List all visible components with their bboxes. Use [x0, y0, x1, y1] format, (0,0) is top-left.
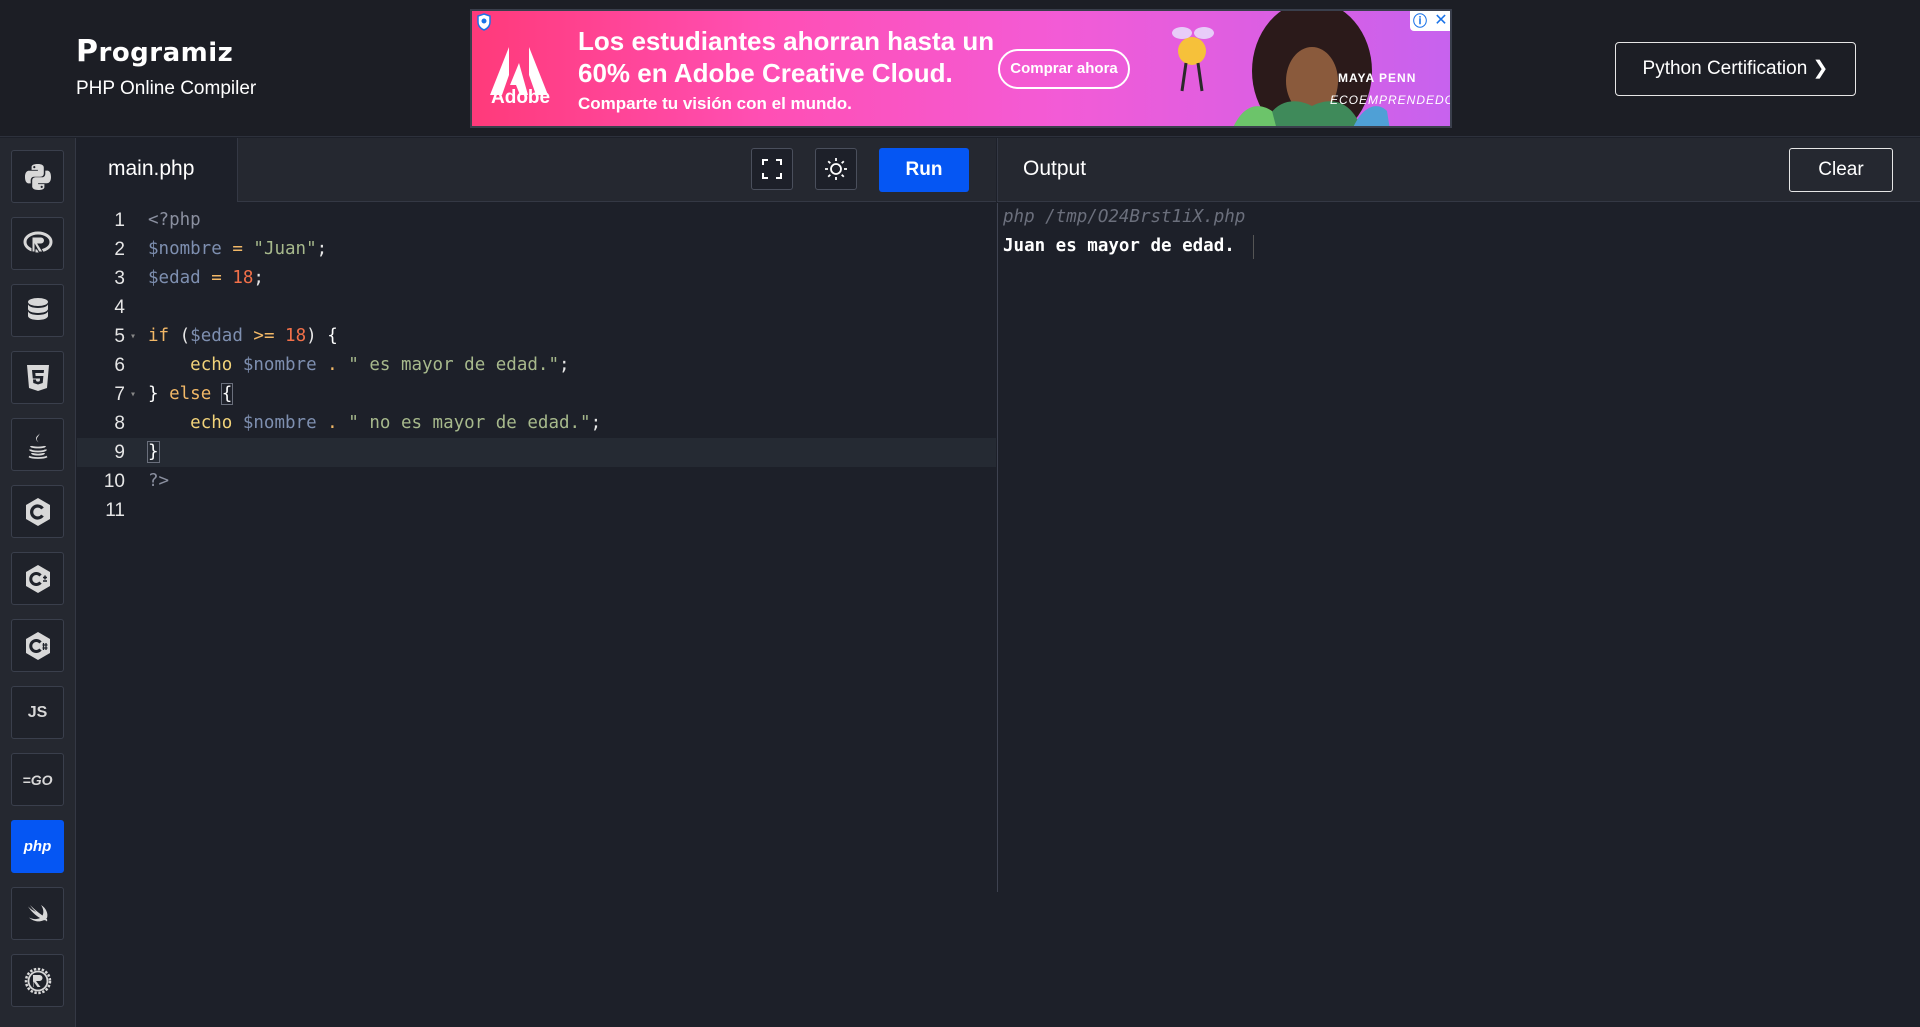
code-line: 3 $edad = 18; [114, 268, 264, 289]
advertisement-banner[interactable]: Adobe Los estudiantes ahorran hasta un 6… [470, 9, 1452, 128]
run-button[interactable]: Run [879, 148, 969, 192]
c-icon[interactable] [11, 485, 64, 538]
r-icon[interactable] [11, 217, 64, 270]
python-certification-button[interactable]: Python Certification ❯ [1615, 42, 1856, 96]
output-command: php /tmp/O24Brst1iX.php [1003, 207, 1246, 227]
ad-shield-icon [477, 13, 491, 31]
page-subtitle: PHP Online Compiler [76, 78, 257, 99]
go-icon[interactable]: =GO [11, 753, 64, 806]
ad-tagline: Comparte tu visión con el mundo. [578, 94, 852, 113]
code-line: 5 ▾ if ($edad >= 18) { [77, 322, 996, 351]
csharp-icon[interactable] [11, 619, 64, 672]
swift-icon[interactable] [11, 887, 64, 940]
code-line: 1 <?php [114, 210, 201, 231]
code-line: 11 [105, 500, 125, 521]
fold-arrow-icon[interactable]: ▾ [130, 380, 136, 409]
ad-person-role: ECOEMPRENDEDORA [1330, 93, 1450, 107]
output-console[interactable]: php /tmp/O24Brst1iX.php Juan es mayor de… [997, 203, 1920, 892]
editor-toolbar: main.php Run [77, 138, 996, 202]
top-bar: Programiz PHP Online Compiler Adobe Los … [0, 0, 1920, 137]
theme-toggle-icon[interactable] [815, 148, 857, 190]
java-icon[interactable] [11, 418, 64, 471]
php-icon[interactable]: php [11, 820, 64, 873]
output-title: Output [1023, 157, 1087, 180]
clear-button[interactable]: Clear [1789, 148, 1893, 192]
code-line: 10 ?> [103, 471, 170, 492]
output-toolbar: Output Clear [997, 138, 1920, 202]
code-line: 4 [114, 297, 125, 318]
code-line: 2 $nombre = "Juan"; [114, 239, 328, 260]
code-line-active: 9 } [77, 438, 996, 467]
ad-cta-button[interactable]: Comprar ahora [998, 49, 1130, 89]
cpp-icon[interactable] [11, 552, 64, 605]
ad-close-icon[interactable]: ✕ [1430, 11, 1450, 31]
code-line: 6 echo $nombre . " es mayor de edad."; [114, 355, 570, 376]
python-icon[interactable] [11, 150, 64, 203]
tab-main-php[interactable]: main.php [77, 138, 238, 202]
js-icon[interactable]: JS [11, 686, 64, 739]
rust-icon[interactable] [11, 954, 64, 1007]
code-editor[interactable]: 1 <?php 2 $nombre = "Juan"; 3 $edad = 18… [77, 203, 996, 1027]
fullscreen-icon[interactable] [751, 148, 793, 190]
language-sidebar: JS =GO php [0, 138, 76, 1027]
ad-info-icon[interactable]: ⓘ [1410, 11, 1430, 31]
html5-icon[interactable] [11, 351, 64, 404]
text-cursor [1253, 235, 1254, 259]
ad-person-name: MAYA PENN [1338, 71, 1417, 85]
fold-arrow-icon[interactable]: ▾ [130, 322, 136, 351]
programiz-logo[interactable]: Programiz [76, 34, 233, 69]
database-icon[interactable] [11, 284, 64, 337]
ad-artwork [1172, 11, 1390, 126]
code-line: 7 ▾ } else { [77, 380, 996, 409]
output-result: Juan es mayor de edad. [1003, 236, 1235, 256]
ad-brand: Adobe [491, 87, 551, 108]
ad-headline: Los estudiantes ahorran hasta un 60% en … [578, 26, 995, 88]
code-line: 8 echo $nombre . " no es mayor de edad."… [114, 413, 602, 434]
